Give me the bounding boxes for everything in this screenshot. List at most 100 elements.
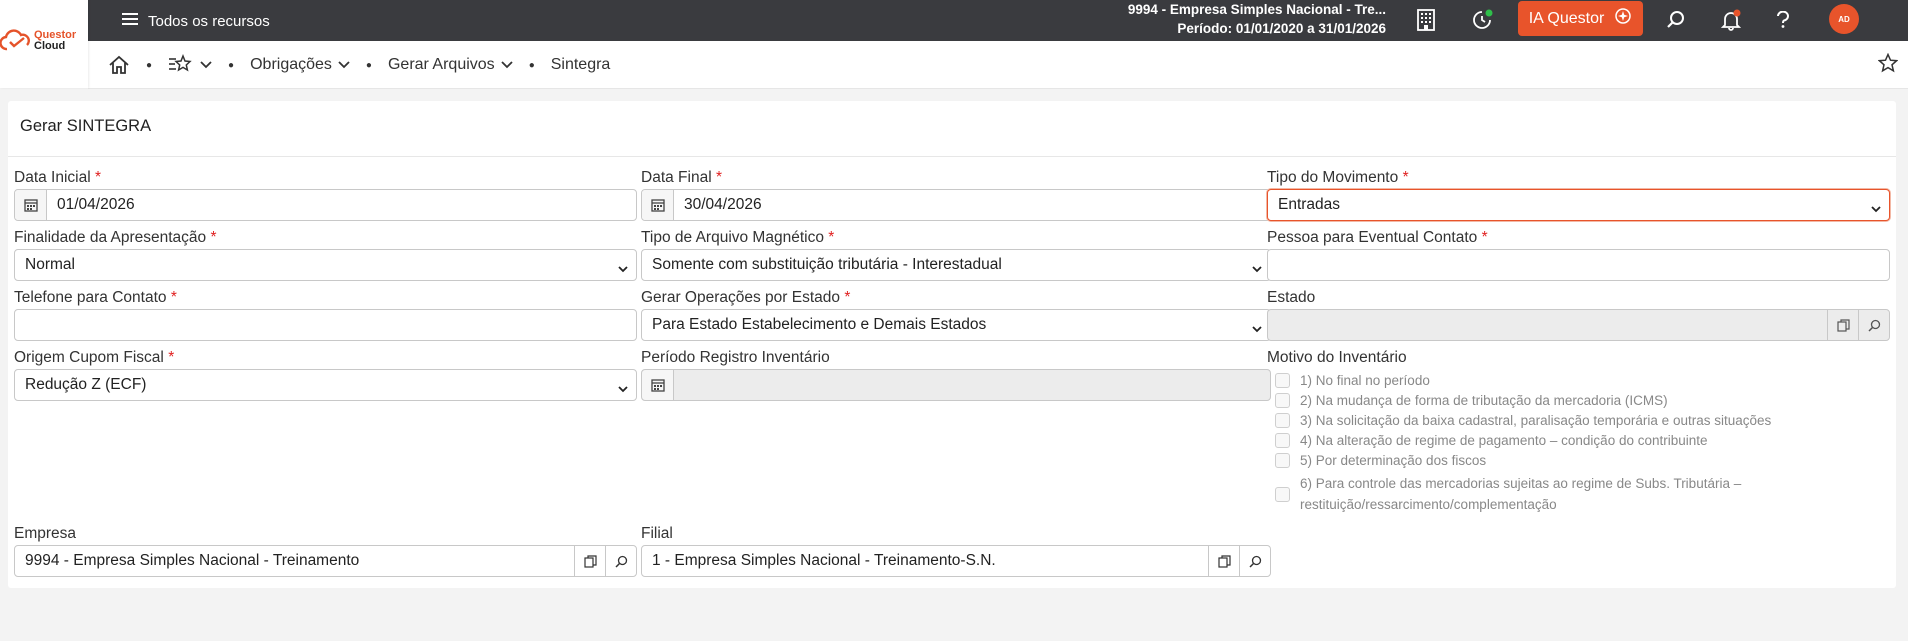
finalidade-label: Finalidade da Apresentação *	[14, 229, 217, 246]
calendar-icon[interactable]	[642, 370, 674, 400]
questor-logo[interactable]: Questor Cloud	[0, 0, 88, 88]
home-icon[interactable]	[108, 55, 130, 75]
checkbox[interactable]	[1275, 373, 1290, 388]
tipo-arquivo-select[interactable]: Somente com substituição tributária - In…	[641, 249, 1271, 281]
data-final-value: 30/04/2026	[684, 196, 762, 213]
motivo-inventario-label: Motivo do Inventário	[1267, 349, 1407, 366]
filial-input[interactable]: 1 - Empresa Simples Nacional - Treinamen…	[641, 545, 1271, 577]
motivo-option-6[interactable]: 6) Para controle das mercadorias sujeita…	[1275, 473, 1875, 515]
telefone-label: Telefone para Contato *	[14, 289, 177, 306]
logo-line-2: Cloud	[34, 40, 66, 52]
chevron-down-icon	[1871, 200, 1881, 218]
copy-icon[interactable]	[1208, 546, 1239, 576]
origem-cupom-field: Origem Cupom Fiscal * Redução Z (ECF)	[14, 347, 637, 401]
operacoes-estado-field: Gerar Operações por Estado * Para Estado…	[641, 287, 1271, 341]
ia-questor-button[interactable]: IA Questor	[1518, 1, 1643, 36]
motivo-option-1[interactable]: 1) No final no período	[1275, 373, 1875, 388]
data-inicial-input[interactable]: 01/04/2026	[14, 189, 637, 221]
data-inicial-value: 01/04/2026	[57, 196, 135, 213]
finalidade-value: Normal	[25, 256, 75, 273]
period-text: Período: 01/01/2020 a 31/01/2026	[1177, 21, 1386, 36]
chevron-down-icon	[200, 56, 212, 74]
empresa-label: Empresa	[14, 525, 77, 542]
breadcrumb-sintegra[interactable]: Sintegra	[551, 56, 611, 74]
filial-field: Filial 1 - Empresa Simples Nacional - Tr…	[641, 523, 1271, 577]
hamburger-icon	[122, 12, 138, 30]
search-icon[interactable]	[1660, 4, 1692, 36]
motivo-option-2[interactable]: 2) Na mudança de forma de tributação da …	[1275, 393, 1875, 408]
option-label: 5) Por determinação dos fiscos	[1300, 453, 1487, 468]
chevron-down-icon	[1252, 260, 1262, 278]
data-final-label: Data Final *	[641, 169, 723, 186]
breadcrumb-separator: ●	[146, 59, 153, 71]
chevron-down-icon	[501, 56, 513, 74]
breadcrumb-gerar-arquivos[interactable]: Gerar Arquivos	[388, 56, 513, 74]
filial-value: 1 - Empresa Simples Nacional - Treinamen…	[652, 552, 996, 569]
data-inicial-field: Data Inicial * 01/04/2026	[14, 167, 637, 221]
telefone-field: Telefone para Contato *	[14, 287, 637, 341]
tipo-movimento-label: Tipo do Movimento *	[1267, 169, 1409, 186]
breadcrumb-bar: ● ● Obrigações ● Gerar Arquivos ● Sinteg…	[88, 41, 1908, 89]
history-icon[interactable]	[1466, 4, 1498, 36]
motivo-inventario-field: Motivo do Inventário	[1267, 347, 1890, 369]
tipo-arquivo-field: Tipo de Arquivo Magnético * Somente com …	[641, 227, 1271, 281]
finalidade-field: Finalidade da Apresentação * Normal	[14, 227, 637, 281]
option-label: 6) Para controle das mercadorias sujeita…	[1300, 476, 1742, 512]
checkbox[interactable]	[1275, 433, 1290, 448]
company-info[interactable]: 9994 - Empresa Simples Nacional - Tre...…	[1128, 0, 1386, 38]
periodo-inventario-input	[641, 369, 1271, 401]
pessoa-contato-input[interactable]	[1267, 249, 1890, 281]
chevron-down-icon	[618, 260, 628, 278]
breadcrumb-separator: ●	[528, 59, 535, 71]
estado-field: Estado	[1267, 287, 1890, 341]
pessoa-contato-label: Pessoa para Eventual Contato *	[1267, 229, 1488, 246]
telefone-input[interactable]	[14, 309, 637, 341]
breadcrumb-label: Sintegra	[550, 56, 611, 73]
periodo-inventario-label: Período Registro Inventário	[641, 349, 830, 366]
favorites-menu[interactable]	[168, 53, 212, 77]
search-icon[interactable]	[605, 546, 636, 576]
all-resources-menu-button[interactable]: Todos os recursos	[122, 6, 270, 36]
option-label: 1) No final no período	[1300, 373, 1430, 388]
motivo-option-5[interactable]: 5) Por determinação dos fiscos	[1275, 453, 1875, 468]
copy-icon[interactable]	[574, 546, 605, 576]
estado-input	[1267, 309, 1890, 341]
building-icon[interactable]	[1410, 4, 1442, 36]
motivo-option-4[interactable]: 4) Na alteração de regime de pagamento –…	[1275, 433, 1875, 448]
calendar-icon[interactable]	[642, 190, 674, 220]
chevron-down-icon	[338, 56, 350, 74]
tipo-movimento-field: Tipo do Movimento * Entradas	[1267, 167, 1890, 221]
checkbox[interactable]	[1275, 413, 1290, 428]
chevron-down-icon	[1252, 320, 1262, 338]
checkbox[interactable]	[1275, 486, 1290, 502]
favorite-star-icon[interactable]	[1877, 52, 1899, 78]
operacoes-estado-select[interactable]: Para Estado Estabelecimento e Demais Est…	[641, 309, 1271, 341]
search-icon[interactable]	[1858, 310, 1889, 340]
divider	[8, 156, 1896, 157]
chevron-down-icon	[618, 380, 628, 398]
operacoes-estado-label: Gerar Operações por Estado *	[641, 289, 851, 306]
checkbox[interactable]	[1275, 453, 1290, 468]
ia-questor-label: IA Questor	[1528, 9, 1605, 27]
notifications-icon[interactable]	[1715, 4, 1747, 36]
calendar-icon[interactable]	[15, 190, 47, 220]
pessoa-contato-field: Pessoa para Eventual Contato *	[1267, 227, 1890, 281]
search-icon[interactable]	[1239, 546, 1270, 576]
user-avatar[interactable]: AD	[1829, 4, 1859, 34]
data-final-input[interactable]: 30/04/2026	[641, 189, 1271, 221]
motivo-option-3[interactable]: 3) Na solicitação da baixa cadastral, pa…	[1275, 413, 1875, 428]
logo-text: Questor Cloud	[34, 30, 76, 52]
option-label: 4) Na alteração de regime de pagamento –…	[1300, 433, 1708, 448]
empresa-input[interactable]: 9994 - Empresa Simples Nacional - Treina…	[14, 545, 637, 577]
origem-cupom-select[interactable]: Redução Z (ECF)	[14, 369, 637, 401]
empresa-value: 9994 - Empresa Simples Nacional - Treina…	[25, 552, 360, 569]
top-bar: Todos os recursos 9994 - Empresa Simples…	[0, 0, 1908, 41]
breadcrumb-separator: ●	[365, 59, 372, 71]
finalidade-select[interactable]: Normal	[14, 249, 637, 281]
copy-icon[interactable]	[1827, 310, 1858, 340]
checkbox[interactable]	[1275, 393, 1290, 408]
tipo-movimento-value: Entradas	[1278, 196, 1341, 213]
help-icon[interactable]	[1767, 4, 1799, 36]
tipo-movimento-select[interactable]: Entradas	[1267, 189, 1890, 221]
breadcrumb-obrigacoes[interactable]: Obrigações	[250, 56, 350, 74]
